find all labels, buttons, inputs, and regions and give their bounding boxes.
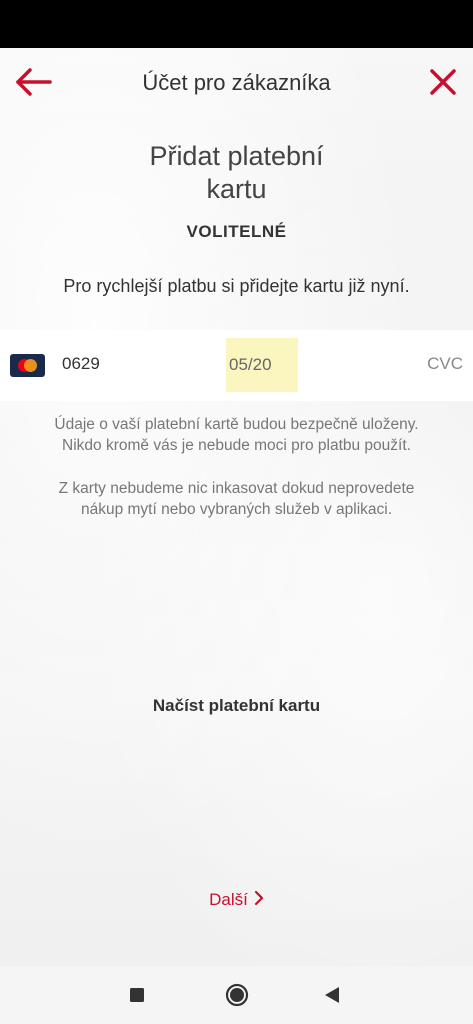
next-label: Další <box>209 890 248 909</box>
screen: Účet pro zákazníka Přidat platební kartu… <box>0 48 473 966</box>
add-card-title-line1: Přidat platební <box>149 141 324 171</box>
charge-info-line1: Z karty nebudeme nic inkasovat dokud nep… <box>58 480 415 497</box>
square-icon <box>130 988 144 1002</box>
card-expiry-field[interactable]: 05/20 <box>226 338 298 392</box>
optional-label: VOLITELNÉ <box>186 222 287 241</box>
add-card-title-line2: kartu <box>206 174 267 204</box>
card-input-row[interactable]: 0629 05/20 CVC <box>0 330 473 401</box>
status-bar <box>0 0 473 48</box>
next-button[interactable]: Další <box>0 890 473 911</box>
system-nav-bar <box>0 966 473 1024</box>
subtitle: Pro rychlejší platbu si přidejte kartu j… <box>63 276 410 296</box>
system-back-button[interactable] <box>320 982 346 1008</box>
page-title: Účet pro zákazníka <box>142 70 331 95</box>
add-card-title: Přidat platební kartu <box>0 140 473 206</box>
circle-icon <box>225 983 249 1007</box>
security-info: Údaje o vaší platební kartě budou bezpeč… <box>20 414 453 456</box>
security-info-line1: Údaje o vaší platební kartě budou bezpeč… <box>54 416 419 433</box>
security-info-line2: Nikdo kromě vás je nebude moci pro platb… <box>62 437 411 454</box>
chevron-right-icon <box>254 890 264 911</box>
close-icon <box>430 69 456 95</box>
scan-card-button[interactable]: Načíst platební kartu <box>0 696 473 716</box>
home-button[interactable] <box>224 982 250 1008</box>
card-number-field[interactable]: 0629 <box>62 354 100 374</box>
charge-info: Z karty nebudeme nic inkasovat dokud nep… <box>20 478 453 520</box>
mastercard-icon <box>10 354 45 377</box>
recents-button[interactable] <box>124 982 150 1008</box>
triangle-back-icon <box>325 987 339 1003</box>
charge-info-line2: nákup mytí nebo vybraných služeb v aplik… <box>80 501 393 518</box>
card-cvc-field[interactable]: CVC <box>427 354 463 374</box>
header: Účet pro zákazníka <box>0 48 473 118</box>
close-button[interactable] <box>427 66 459 98</box>
